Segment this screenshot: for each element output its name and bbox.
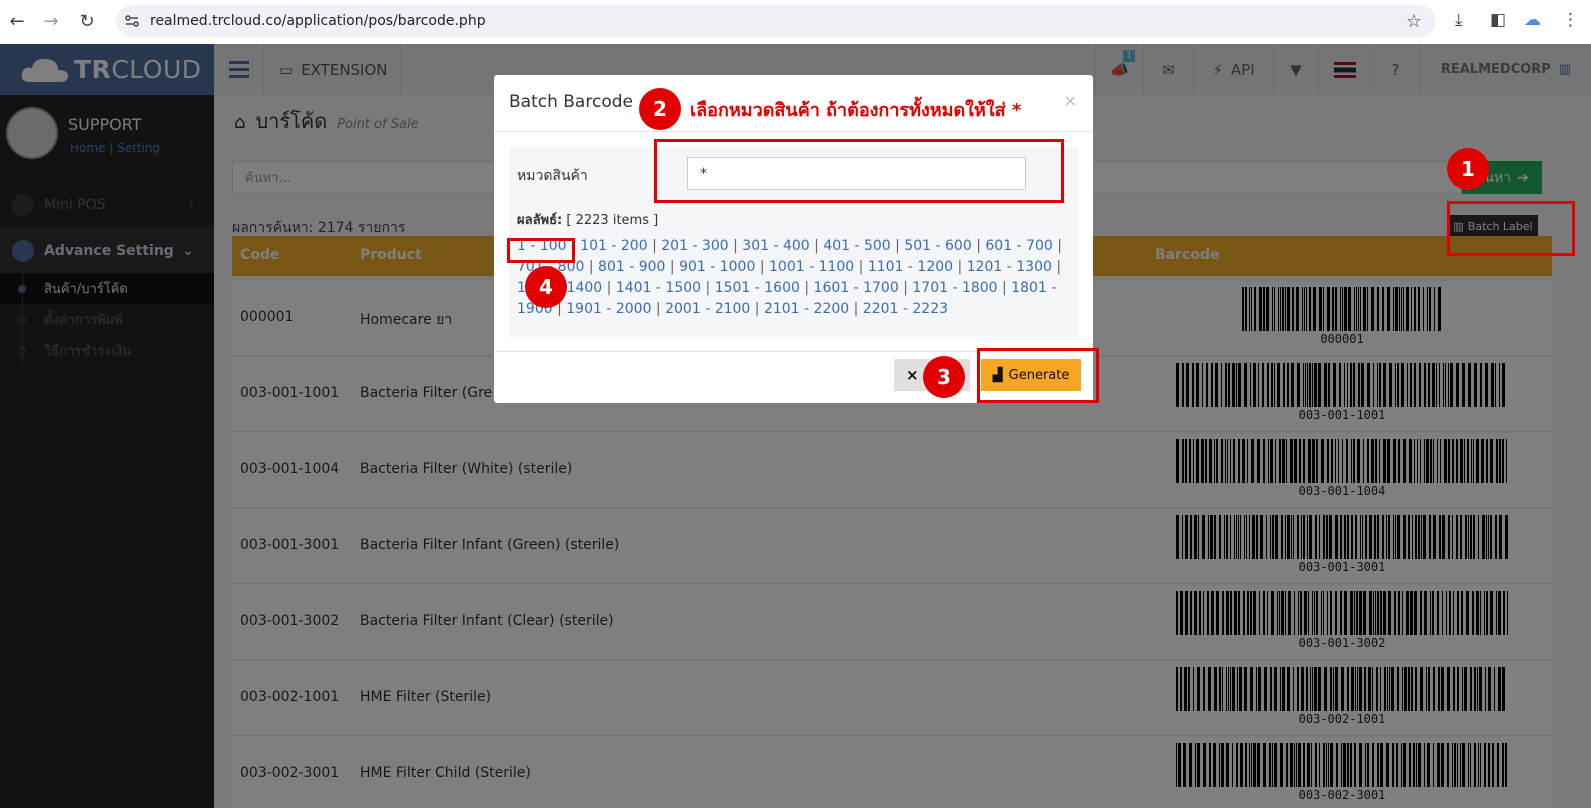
annotation-instruction: เลือกหมวดสินค้า ถ้าต้องการทั้งหมดให้ใส่ …	[690, 100, 1022, 121]
range-links: 1 - 100 | 101 - 200 | 201 - 300 | 301 - …	[517, 238, 1062, 317]
modal-title: Batch Barcode	[509, 92, 633, 112]
range-link[interactable]: 1601 - 1700	[814, 280, 899, 296]
address-bar[interactable]: realmed.trcloud.co/application/pos/barco…	[116, 5, 1436, 37]
range-link[interactable]: 1901 - 2000	[566, 301, 651, 317]
range-link[interactable]: 901 - 1000	[679, 259, 755, 275]
annotation-badge-1: 1	[1447, 148, 1489, 190]
download-icon[interactable]: ⤓	[1455, 10, 1463, 30]
range-link[interactable]: 2101 - 2200	[764, 301, 849, 317]
range-link[interactable]: 101 - 200	[580, 238, 647, 254]
range-link[interactable]: 1201 - 1300	[967, 259, 1052, 275]
range-link[interactable]: 501 - 600	[904, 238, 971, 254]
range-link[interactable]: 1501 - 1600	[715, 280, 800, 296]
close-button-label: ×	[906, 366, 919, 384]
results-value: [ 2223 items ]	[566, 213, 659, 228]
range-link[interactable]: 401 - 500	[823, 238, 890, 254]
annotation-box-generate	[977, 348, 1099, 403]
category-label: หมวดสินค้า	[517, 168, 588, 184]
results-label: ผลลัพธ์:	[517, 213, 563, 228]
browser-menu-icon[interactable]: ⋮	[1562, 10, 1579, 30]
range-link[interactable]: 2001 - 2100	[665, 301, 750, 317]
range-link[interactable]: 601 - 700	[985, 238, 1052, 254]
range-link[interactable]: 301 - 400	[742, 238, 809, 254]
back-icon[interactable]: ←	[4, 8, 30, 34]
forward-icon[interactable]: →	[38, 8, 64, 34]
range-link[interactable]: 1101 - 1200	[868, 259, 953, 275]
side-panel-icon[interactable]: ◧	[1490, 10, 1506, 30]
reload-icon[interactable]: ↻	[74, 8, 100, 34]
annotation-badge-3: 3	[923, 356, 965, 398]
annotation-box-batch-label	[1447, 201, 1575, 256]
bookmark-star-icon[interactable]: ☆	[1406, 11, 1422, 32]
annotation-box-category	[654, 139, 1064, 203]
results-summary: ผลลัพธ์: [ 2223 items ]	[517, 209, 658, 230]
modal-close-icon[interactable]: ×	[1064, 91, 1077, 110]
range-link[interactable]: 201 - 300	[661, 238, 728, 254]
range-link[interactable]: 1701 - 1800	[912, 280, 997, 296]
url-text: realmed.trcloud.co/application/pos/barco…	[150, 13, 486, 29]
annotation-box-first-range	[507, 238, 575, 263]
range-link[interactable]: 801 - 900	[598, 259, 665, 275]
annotation-badge-4: 4	[525, 266, 567, 308]
site-settings-icon[interactable]	[124, 13, 140, 29]
range-link[interactable]: 2201 - 2223	[863, 301, 948, 317]
range-link[interactable]: 1001 - 1100	[769, 259, 854, 275]
profile-cloud-icon[interactable]: ☁	[1524, 10, 1541, 30]
browser-toolbar: ← → ↻ realmed.trcloud.co/application/pos…	[0, 0, 1591, 44]
range-link[interactable]: 1401 - 1500	[616, 280, 701, 296]
annotation-badge-2: 2	[639, 88, 681, 130]
